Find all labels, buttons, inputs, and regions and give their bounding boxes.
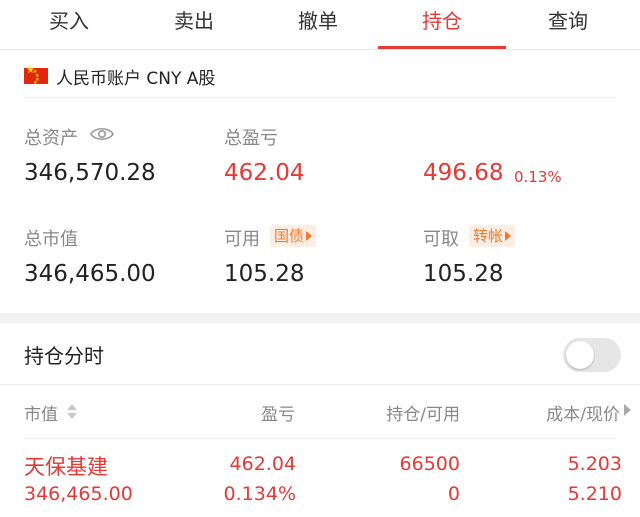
tab-buy[interactable]: 买入 xyxy=(5,0,133,50)
total-assets-label: 总资产 xyxy=(24,128,78,149)
stock-name: 天保基建 xyxy=(24,455,108,479)
caret-right-icon xyxy=(505,231,512,241)
transfer-label: 转帐 xyxy=(473,227,504,245)
row-cost: 5.203 xyxy=(567,453,622,475)
section-separator xyxy=(0,313,640,323)
tab-cancel-order[interactable]: 撤单 xyxy=(254,0,382,50)
toggle-knob xyxy=(566,341,594,369)
total-pnl-label: 总盈亏 xyxy=(224,128,278,149)
total-pnl-value: 462.04 xyxy=(224,160,305,186)
tab-sell[interactable]: 卖出 xyxy=(130,0,258,50)
header-market-value[interactable]: 市值 xyxy=(24,400,58,425)
row-available: 0 xyxy=(447,483,460,505)
row-pnl: 462.04 xyxy=(229,453,296,475)
intraday-positions-title: 持仓分时 xyxy=(24,344,104,368)
market-value-label: 总市值 xyxy=(24,229,78,250)
transfer-button[interactable]: 转帐 xyxy=(469,225,516,247)
market-value-value: 346,465.00 xyxy=(24,261,156,287)
eye-icon[interactable] xyxy=(90,126,114,142)
china-flag-icon: ★ ★ ★ ★ ★ xyxy=(24,65,48,86)
tab-query[interactable]: 查询 xyxy=(504,0,632,50)
divider xyxy=(24,438,616,439)
available-label: 可用 xyxy=(224,229,260,250)
row-market-value: 346,465.00 xyxy=(24,483,133,505)
available-value: 105.28 xyxy=(224,261,305,287)
treasury-bond-button[interactable]: 国债 xyxy=(270,225,317,247)
trade-tab-bar: 买入 卖出 撤单 持仓 查询 xyxy=(0,0,640,50)
divider xyxy=(24,97,616,98)
header-position[interactable]: 持仓/可用 xyxy=(330,400,460,425)
tab-positions[interactable]: 持仓 xyxy=(378,0,506,50)
divider xyxy=(0,384,640,385)
header-pnl[interactable]: 盈亏 xyxy=(195,400,295,425)
treasury-bond-label: 国债 xyxy=(274,227,305,245)
total-assets-value: 346,570.28 xyxy=(24,160,156,186)
withdrawable-value: 105.28 xyxy=(423,261,504,287)
active-tab-indicator xyxy=(378,46,506,49)
caret-right-icon xyxy=(306,231,313,241)
day-pnl-percent: 0.13% xyxy=(514,168,562,186)
sort-icon[interactable] xyxy=(66,403,78,421)
withdrawable-label: 可取 xyxy=(423,229,459,250)
row-position: 66500 xyxy=(399,453,460,475)
day-pnl-value: 496.68 xyxy=(423,160,504,186)
header-cost-price[interactable]: 成本/现价 xyxy=(480,400,620,425)
account-selector[interactable]: ★ ★ ★ ★ ★ 人民币账户 CNY A股 xyxy=(24,62,215,90)
caret-right-icon[interactable] xyxy=(624,404,631,416)
intraday-toggle[interactable] xyxy=(563,338,621,372)
account-label: 人民币账户 CNY A股 xyxy=(56,68,216,89)
row-price: 5.210 xyxy=(567,483,622,505)
row-pnl-percent: 0.134% xyxy=(223,483,296,505)
